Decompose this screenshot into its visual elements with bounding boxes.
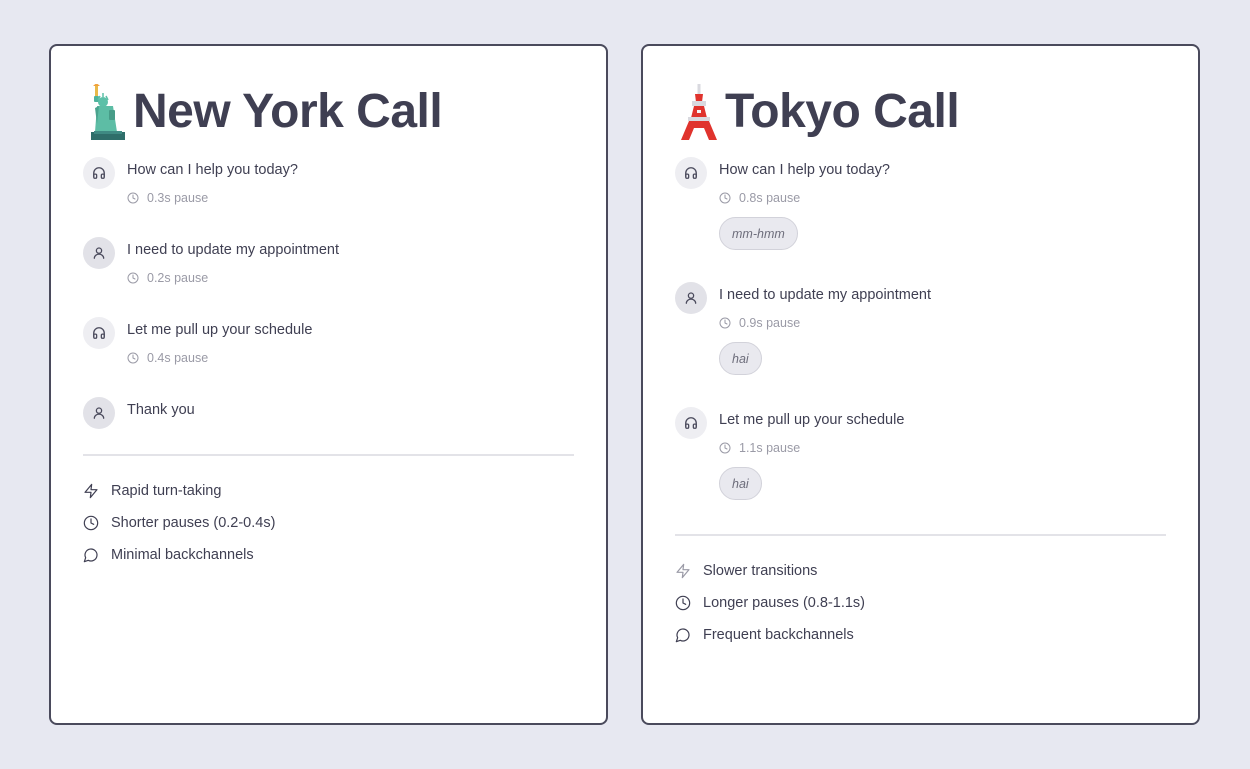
clock-icon — [127, 272, 139, 284]
feature-item: Slower transitions — [675, 561, 1166, 581]
pause-label: 0.4s pause — [147, 351, 209, 365]
pause-indicator: 0.3s pause — [127, 188, 574, 208]
message-text: Thank you — [127, 402, 195, 418]
pause-label: 0.9s pause — [739, 316, 801, 330]
message-text: I need to update my appointment — [127, 242, 340, 258]
feature-label: Rapid turn-taking — [111, 483, 222, 499]
pause-label: 1.1s pause — [739, 441, 801, 455]
chat-bubble-icon — [83, 547, 99, 563]
message-text: Let me pull up your schedule — [719, 412, 905, 428]
lightning-icon — [83, 483, 99, 499]
feature-item: Frequent backchannels — [675, 625, 1166, 645]
pause-label: 0.8s pause — [739, 191, 801, 205]
headset-icon — [684, 416, 698, 430]
conversation-turn: Let me pull up your schedule 1.1s pause … — [675, 407, 1166, 534]
user-icon — [92, 406, 106, 420]
pause-label: 0.3s pause — [147, 191, 209, 205]
agent-avatar — [83, 317, 115, 349]
message-text: How can I help you today? — [127, 162, 298, 178]
feature-list: Slower transitions Longer pauses (0.8-1.… — [675, 561, 1166, 645]
conversation-turn: Let me pull up your schedule 0.4s pause — [83, 317, 574, 400]
pause-indicator: 0.9s pause — [719, 313, 1166, 333]
backchannel-chip: mm-hmm — [719, 217, 798, 250]
backchannel-chip: hai — [719, 342, 762, 375]
message-text: I need to update my appointment — [719, 287, 932, 303]
conversation-turn: Thank you — [83, 397, 574, 454]
card-title: New York Call — [83, 84, 574, 140]
clock-icon — [127, 192, 139, 204]
chat-bubble-icon — [675, 627, 691, 643]
page-title: Tokyo Call — [725, 85, 960, 138]
pause-indicator: 1.1s pause — [719, 438, 1166, 458]
user-avatar — [83, 397, 115, 429]
card-title: Tokyo Call — [675, 84, 1166, 140]
headset-icon — [92, 166, 106, 180]
agent-avatar — [83, 157, 115, 189]
tokyo-card: Tokyo Call How can I help you today? 0.8… — [641, 44, 1200, 725]
statue-of-liberty-icon — [83, 84, 131, 140]
feature-item: Rapid turn-taking — [83, 481, 574, 501]
divider — [83, 454, 574, 456]
user-icon — [684, 291, 698, 305]
clock-icon — [675, 595, 691, 611]
new-york-card: New York Call How can I help you today? … — [49, 44, 608, 725]
user-avatar — [675, 282, 707, 314]
feature-item: Minimal backchannels — [83, 545, 574, 565]
clock-icon — [719, 317, 731, 329]
feature-label: Frequent backchannels — [703, 627, 854, 643]
user-avatar — [83, 237, 115, 269]
headset-icon — [92, 326, 106, 340]
message-text: Let me pull up your schedule — [127, 322, 313, 338]
clock-icon — [83, 515, 99, 531]
feature-item: Shorter pauses (0.2-0.4s) — [83, 513, 574, 533]
message-text: How can I help you today? — [719, 162, 890, 178]
feature-label: Slower transitions — [703, 563, 818, 579]
pause-indicator: 0.8s pause — [719, 188, 1166, 208]
pause-label: 0.2s pause — [147, 271, 209, 285]
feature-label: Minimal backchannels — [111, 547, 254, 563]
clock-icon — [127, 352, 139, 364]
agent-avatar — [675, 157, 707, 189]
conversation-turn: I need to update my appointment 0.2s pau… — [83, 237, 574, 320]
pause-indicator: 0.4s pause — [127, 348, 574, 368]
conversation-turn: How can I help you today? 0.3s pause — [83, 157, 574, 240]
page-title: New York Call — [133, 85, 443, 138]
backchannel-chip: hai — [719, 467, 762, 500]
clock-icon — [719, 192, 731, 204]
feature-item: Longer pauses (0.8-1.1s) — [675, 593, 1166, 613]
clock-icon — [719, 442, 731, 454]
feature-label: Longer pauses (0.8-1.1s) — [703, 595, 866, 611]
tokyo-tower-icon — [675, 84, 723, 140]
headset-icon — [684, 166, 698, 180]
agent-avatar — [675, 407, 707, 439]
divider — [675, 534, 1166, 536]
user-icon — [92, 246, 106, 260]
pause-indicator: 0.2s pause — [127, 268, 574, 288]
lightning-icon — [675, 563, 691, 579]
conversation-turn: How can I help you today? 0.8s pause mm-… — [675, 157, 1166, 285]
feature-list: Rapid turn-taking Shorter pauses (0.2-0.… — [83, 481, 574, 565]
conversation-turn: I need to update my appointment 0.9s pau… — [675, 282, 1166, 410]
feature-label: Shorter pauses (0.2-0.4s) — [111, 515, 276, 531]
